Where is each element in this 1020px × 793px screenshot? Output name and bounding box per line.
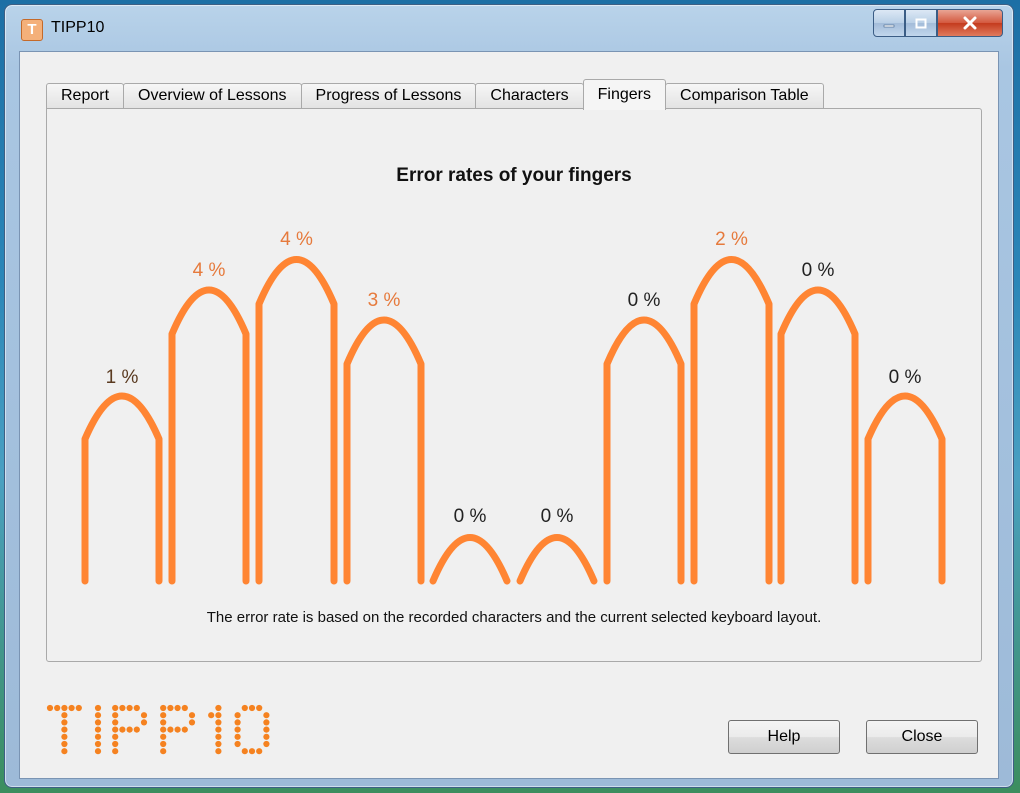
title-bar[interactable]: T TIPP10 [5,5,1013,49]
app-icon: T [21,19,43,41]
logo-letter-3 [112,704,148,755]
finger-error-label-7: 0 % [628,290,661,311]
tab-overview-of-lessons[interactable]: Overview of Lessons [123,83,302,108]
finger-arch-10 [864,392,946,585]
client-area: Report Overview of Lessons Progress of L… [19,51,999,779]
logo-letter-5 [208,704,222,755]
logo-letter-2 [94,704,102,755]
finger-arch-7 [603,316,685,585]
finger-arch-2 [168,286,250,585]
close-button[interactable]: Close [866,720,978,754]
finger-error-label-9: 0 % [802,260,835,281]
logo-letter-6 [234,704,270,755]
tab-report[interactable]: Report [46,83,125,108]
finger-error-label-6: 0 % [541,506,574,527]
fingers-panel: Error rates of your fingers 1 % 4 % 4 % 3 %… [46,108,982,662]
finger-error-label-10: 0 % [889,367,922,388]
finger-arch-3 [255,256,338,585]
app-window: T TIPP10 Report Overview of Lessons Prog… [4,4,1014,788]
finger-arch-1 [81,392,163,585]
help-button[interactable]: Help [728,720,840,754]
finger-error-label-2: 4 % [193,260,226,281]
finger-arch-4 [343,316,425,585]
finger-arch-6 [516,534,598,585]
chart-footnote: The error rate is based on the recorded … [206,609,822,626]
finger-error-chart: 1 % 4 % 4 % 3 % 0 % 0 % 0 % 2 % 0 % 0 % [81,229,946,585]
finger-error-label-5: 0 % [454,506,487,527]
logo-letter-1 [46,704,82,755]
window-controls [873,9,1003,37]
tab-progress-of-lessons[interactable]: Progress of Lessons [300,83,477,108]
tipp10-logo [46,704,270,755]
finger-arch-9 [777,286,859,585]
close-icon [963,16,977,30]
tab-fingers[interactable]: Fingers [582,79,667,110]
tab-comparison-table[interactable]: Comparison Table [665,83,824,108]
finger-error-label-1: 1 % [106,367,139,388]
finger-error-label-3: 4 % [280,229,313,250]
logo-letter-4 [160,704,196,755]
finger-error-label-4: 3 % [368,290,401,311]
maximize-icon [915,18,927,28]
tab-bar: Report Overview of Lessons Progress of L… [46,79,824,110]
finger-arch-8 [690,256,773,585]
tab-characters[interactable]: Characters [475,83,584,108]
maximize-button[interactable] [905,9,937,37]
minimize-button[interactable] [873,9,905,37]
close-window-button[interactable] [937,9,1003,37]
minimize-icon [883,24,895,28]
finger-error-label-8: 2 % [715,229,748,250]
finger-arch-5 [429,534,511,585]
window-title: TIPP10 [51,19,105,36]
